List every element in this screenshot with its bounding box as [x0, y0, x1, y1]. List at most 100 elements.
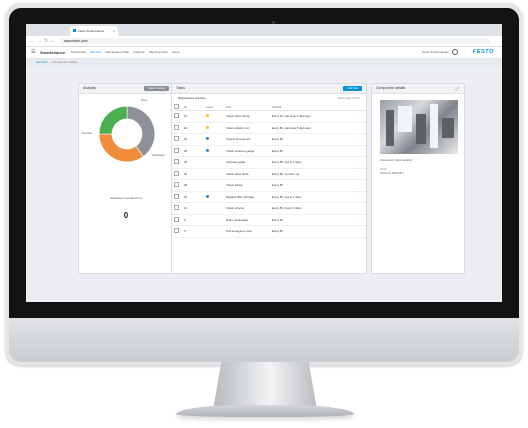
row-checkbox[interactable] — [174, 124, 179, 130]
table-header-row: ID Level Title Interval — [172, 103, 366, 111]
row-level — [204, 133, 224, 146]
table-row[interactable]: 16 Clean cylinder rod Every 8h, last done … — [172, 122, 366, 134]
home-icon[interactable]: ⌂ — [51, 38, 54, 44]
column-level[interactable]: Level — [204, 103, 224, 111]
expand-icon[interactable]: ⤢ — [456, 84, 459, 93]
row-checkbox[interactable] — [174, 170, 179, 176]
row-checkbox[interactable] — [174, 216, 179, 222]
chevron-right-icon[interactable]: › — [354, 168, 366, 180]
close-icon[interactable]: × — [113, 26, 115, 36]
open-task-count: 0 — [123, 211, 129, 220]
forward-icon[interactable]: → — [37, 38, 42, 44]
table-row[interactable]: 28 Check tubing Every 8h › — [172, 179, 366, 192]
user-icon[interactable] — [452, 49, 458, 55]
row-checkbox[interactable] — [174, 205, 179, 211]
row-level — [204, 110, 224, 123]
chevron-right-icon[interactable]: › — [354, 145, 366, 157]
row-interval: Every 8h, last done 5 days ago — [270, 122, 354, 134]
row-level — [204, 191, 224, 203]
row-interval: Every 8h — [270, 214, 354, 226]
row-select — [172, 225, 182, 238]
chevron-right-icon[interactable]: › — [354, 122, 366, 134]
app-brand: Smartenance — [40, 50, 66, 55]
column-actions — [354, 103, 366, 111]
row-title: Check oil level — [224, 202, 270, 215]
row-id: 18 — [182, 133, 204, 146]
table-row[interactable]: 24 Lubricate guide Every 8h, due in 5 days… — [172, 156, 366, 169]
select-all-checkbox[interactable] — [174, 103, 179, 109]
monitor-foot — [176, 405, 354, 417]
column-interval[interactable]: Interval — [270, 103, 354, 111]
donut-slice-overdue[interactable] — [98, 133, 144, 163]
nav-item-logbook[interactable]: Logbook — [133, 50, 145, 55]
table-row[interactable]: 14 Check valve wiring Every 4h, last done … — [172, 110, 366, 123]
tasks-subheader: Maintenance activities Status Date Searc… — [172, 94, 366, 103]
select-periods-button[interactable]: Select Periods — [144, 86, 169, 91]
chevron-right-icon[interactable]: › — [354, 214, 366, 226]
table-row[interactable]: 20 Check pressure gauge Every 8h › — [172, 145, 366, 157]
table-row[interactable]: 30 Replace filter cartridge Every 8h, due … — [172, 191, 366, 203]
table-row[interactable]: 18 Inspect air prep unit Every 8h › — [172, 133, 366, 146]
column-title[interactable]: Title — [224, 103, 270, 111]
table-row[interactable]: 26 Check valve block Every 8h, no done yet… — [172, 168, 366, 180]
chevron-right-icon[interactable]: › — [354, 202, 366, 215]
row-title: Check pressure gauge — [224, 145, 270, 157]
status-donut-chart — [98, 105, 156, 163]
monitor-stand — [213, 362, 317, 410]
row-title: Check valve block — [224, 168, 270, 180]
photo-part — [430, 104, 438, 148]
row-checkbox[interactable] — [174, 147, 179, 153]
chevron-right-icon[interactable]: › — [354, 156, 366, 169]
reload-icon[interactable]: ↻ — [44, 38, 48, 44]
table-row[interactable]: 3 Test emergency stop Every 8h › — [172, 225, 366, 238]
row-title: Inspect air prep unit — [224, 133, 270, 146]
nav-item-dashboard[interactable]: Dashboard — [71, 50, 86, 55]
breadcrumb-services[interactable]: Services — [36, 60, 48, 64]
row-interval: Every 8h, no done yet — [270, 168, 354, 180]
nav-item-maintenance-plan[interactable]: Maintenance Plan — [105, 50, 129, 55]
menu-icon[interactable]: ☰ — [31, 50, 35, 55]
row-checkbox[interactable] — [174, 136, 179, 142]
address-bar[interactable]: www.festo.com — [60, 38, 490, 44]
chevron-right-icon[interactable]: › — [354, 191, 366, 203]
row-id: 14 — [182, 110, 204, 123]
table-row[interactable]: 31 Check oil level Every 8h, due in 3 days… — [172, 202, 366, 215]
table-row[interactable]: 5 Drain condensate Every 8h › — [172, 214, 366, 226]
row-level — [204, 168, 224, 180]
back-icon[interactable]: ← — [30, 38, 35, 44]
main-nav: Dashboard Services Maintenance Plan Logbook… — [71, 50, 180, 55]
component-photo[interactable] — [380, 100, 458, 154]
chevron-right-icon[interactable]: › — [354, 179, 366, 192]
row-select — [172, 168, 182, 180]
row-checkbox[interactable] — [174, 228, 179, 234]
analysis-title: Analysis — [83, 86, 97, 90]
festo-logo: FESTO — [472, 49, 494, 55]
chevron-right-icon[interactable]: › — [354, 133, 366, 146]
chevron-right-icon[interactable]: › — [354, 225, 366, 238]
nav-item-users[interactable]: Users — [172, 50, 180, 55]
row-checkbox[interactable] — [174, 182, 179, 188]
user-name[interactable]: Festo Smartenance — [422, 50, 448, 55]
row-select — [172, 179, 182, 192]
row-interval: Every 8h, due in 2 days — [270, 191, 354, 203]
tasks-filters[interactable]: Status Date Search — [338, 96, 361, 101]
browser-tab[interactable]: Festo Smartenance × — [70, 26, 118, 36]
donut-slice-scheduled[interactable] — [98, 105, 128, 135]
row-checkbox[interactable] — [174, 193, 179, 199]
chevron-right-icon[interactable]: › — [354, 110, 366, 123]
row-select — [172, 156, 182, 169]
tasks-title: Tasks — [176, 86, 185, 90]
row-select — [172, 145, 182, 157]
nav-item-planning-view[interactable]: Planning View — [149, 50, 168, 55]
photo-part — [416, 114, 426, 144]
row-checkbox[interactable] — [174, 113, 179, 119]
severity-dot-icon — [206, 114, 209, 118]
row-checkbox[interactable] — [174, 159, 179, 165]
component-header: Component details ⤢ — [372, 84, 464, 94]
add-task-button[interactable]: Add Task — [343, 86, 362, 91]
nav-item-services[interactable]: Services — [90, 50, 102, 55]
component-title: Component details — [376, 86, 406, 90]
row-title: Check tubing — [224, 179, 270, 192]
favicon-icon — [73, 29, 76, 32]
column-id[interactable]: ID — [182, 103, 204, 111]
